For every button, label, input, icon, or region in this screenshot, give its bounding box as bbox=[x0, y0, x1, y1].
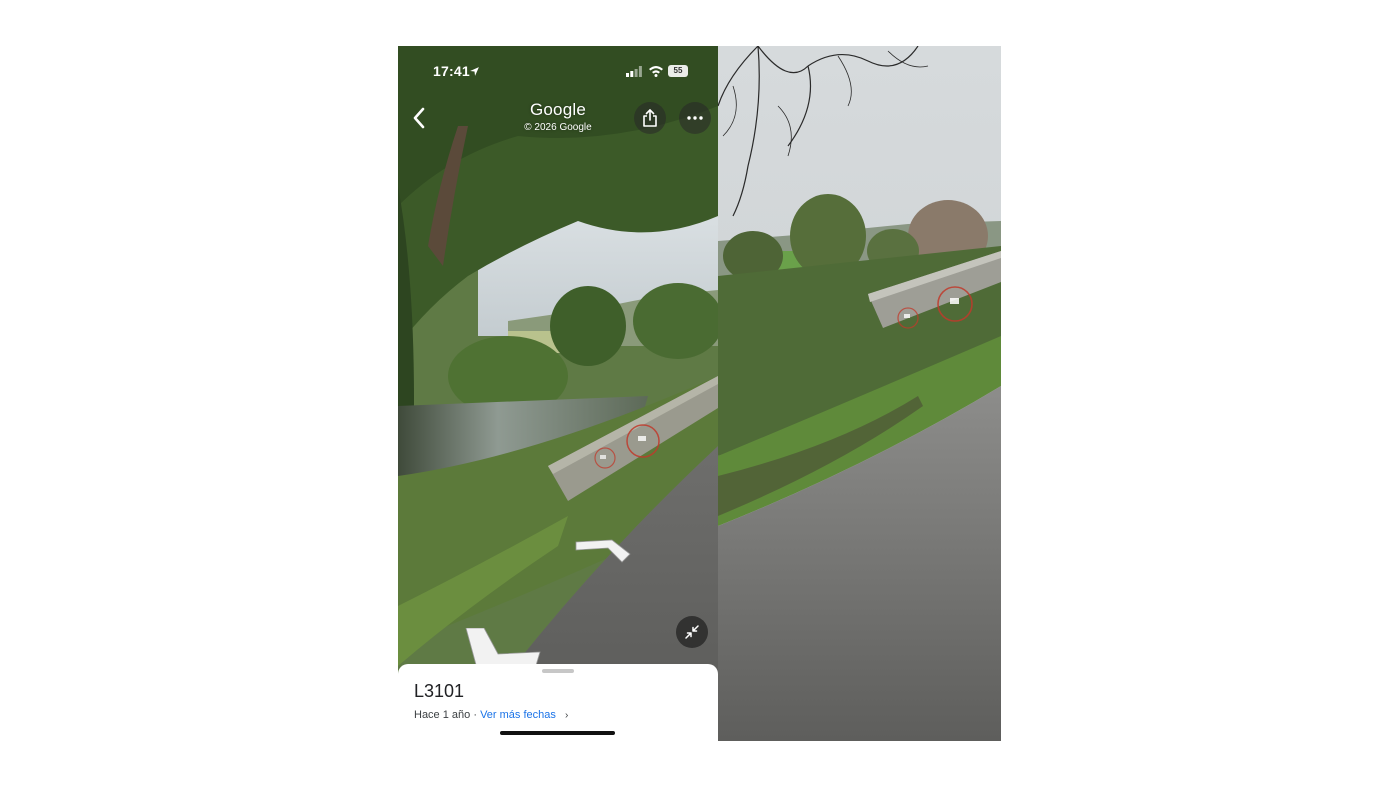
navigation-arrow-icon[interactable] bbox=[574, 534, 634, 566]
collapse-view-button[interactable] bbox=[676, 616, 708, 648]
more-dates-link[interactable]: Ver más fechas bbox=[480, 709, 556, 721]
chevron-right-icon[interactable]: › bbox=[565, 710, 568, 721]
separator-dot: · bbox=[473, 709, 477, 721]
capture-age: Hace 1 año bbox=[414, 709, 471, 721]
share-button[interactable] bbox=[634, 102, 666, 134]
more-horizontal-icon bbox=[687, 116, 703, 120]
status-time: 17:41 bbox=[433, 63, 470, 79]
location-arrow-icon bbox=[470, 67, 479, 76]
header-branding: Google © 2026 Google bbox=[508, 100, 608, 133]
google-logo: Google bbox=[529, 100, 587, 119]
cellular-signal-icon bbox=[626, 66, 642, 77]
road-name: L3101 bbox=[414, 681, 465, 701]
street-view-panorama[interactable] bbox=[398, 46, 718, 741]
street-view-screen: 17:41 55 Google © 2026 Google L3101 Hace… bbox=[398, 46, 718, 741]
status-bar: 17:41 55 bbox=[398, 60, 718, 84]
collapse-icon bbox=[685, 625, 699, 639]
sheet-drag-handle[interactable] bbox=[542, 669, 574, 673]
home-indicator bbox=[500, 731, 615, 735]
capture-info: Hace 1 año · Ver más fechas › bbox=[414, 709, 568, 721]
more-options-button[interactable] bbox=[679, 102, 711, 134]
comparison-photo bbox=[718, 46, 1001, 741]
copyright-text: © 2026 Google bbox=[524, 122, 592, 133]
wifi-icon bbox=[649, 66, 663, 77]
share-icon bbox=[643, 109, 657, 127]
bottom-sheet[interactable]: L3101 Hace 1 año · Ver más fechas › bbox=[398, 664, 718, 741]
back-chevron-icon[interactable] bbox=[406, 104, 434, 132]
battery-indicator: 55 bbox=[668, 65, 688, 77]
